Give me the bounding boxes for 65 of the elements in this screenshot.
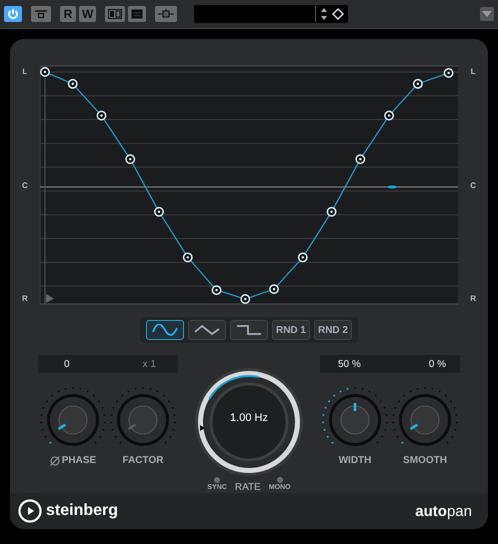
rate-value: 1.00 Hz [229, 412, 269, 424]
curve-node[interactable] [68, 78, 78, 89]
preset-field[interactable] [194, 5, 348, 23]
curve-node[interactable] [125, 154, 135, 164]
square-waveform-button[interactable] [230, 320, 268, 340]
random-waveform-button[interactable]: RND 1 [272, 320, 310, 340]
axis-label: R [470, 294, 476, 303]
value-readout: 0 % [428, 358, 446, 370]
bypass-button[interactable] [31, 6, 51, 22]
play-marker-icon [46, 294, 54, 304]
curve-node[interactable] [355, 154, 365, 164]
curve-node[interactable] [96, 110, 106, 120]
square-wave-icon [236, 324, 262, 336]
sidechain-icon [158, 9, 174, 19]
knob-label: WIDTH [338, 455, 372, 466]
curve-node[interactable] [384, 110, 394, 120]
axis-label: R [22, 294, 28, 303]
product-name: autopan [415, 502, 472, 520]
axis-label: L [22, 67, 28, 76]
bypass-icon [34, 9, 48, 19]
knob-label: PHASE [62, 455, 96, 466]
settings-button[interactable] [128, 6, 146, 22]
knob-label: FACTOR [122, 455, 164, 466]
sync-led[interactable] [214, 477, 220, 483]
power-button[interactable] [4, 6, 22, 22]
dropdown-button[interactable] [480, 7, 494, 21]
list-icon [131, 9, 144, 19]
curve-node[interactable] [182, 252, 192, 262]
up-down-arrows-icon [320, 7, 328, 21]
triangle-wave-icon [194, 324, 220, 336]
power-icon [7, 8, 19, 20]
curve-node[interactable] [443, 68, 454, 78]
brand-name: steinberg [46, 502, 118, 520]
curve-node[interactable] [412, 78, 422, 89]
sine-wave-icon [152, 324, 178, 336]
value-readout: x 1 [142, 358, 156, 370]
mono-led[interactable] [276, 477, 283, 483]
curve-node[interactable] [326, 206, 336, 217]
sidechain-button[interactable] [155, 6, 178, 22]
diamond-icon [332, 8, 344, 20]
value-readout: 0 [64, 358, 70, 370]
position-marker [386, 186, 397, 188]
sine-waveform-button[interactable] [146, 320, 184, 340]
axis-label: L [470, 67, 476, 76]
curve-node[interactable] [240, 294, 250, 304]
play-logo-icon [18, 499, 42, 523]
curve-node[interactable] [268, 284, 279, 294]
curve-node[interactable] [211, 285, 222, 296]
curve-node[interactable] [40, 67, 50, 77]
axis-label: C [22, 180, 28, 190]
knob-label: SMOOTH [403, 455, 447, 466]
phase-invert-icon[interactable] [50, 456, 60, 466]
axis-label: C [470, 180, 476, 190]
toolbar-button[interactable]: W [79, 6, 96, 22]
random-waveform-button[interactable]: RND 2 [314, 320, 352, 340]
rate-label: RATE [234, 482, 261, 493]
curve-node[interactable] [298, 252, 308, 262]
compare-icon [108, 9, 122, 19]
curve-node[interactable] [154, 206, 164, 217]
rate-dial[interactable] [194, 367, 304, 477]
toolbar-button[interactable]: R [60, 6, 76, 22]
caret-icon [482, 11, 492, 17]
value-readout: 50 % [338, 358, 361, 370]
triangle-waveform-button[interactable] [188, 320, 226, 340]
compare-button[interactable] [105, 6, 126, 22]
